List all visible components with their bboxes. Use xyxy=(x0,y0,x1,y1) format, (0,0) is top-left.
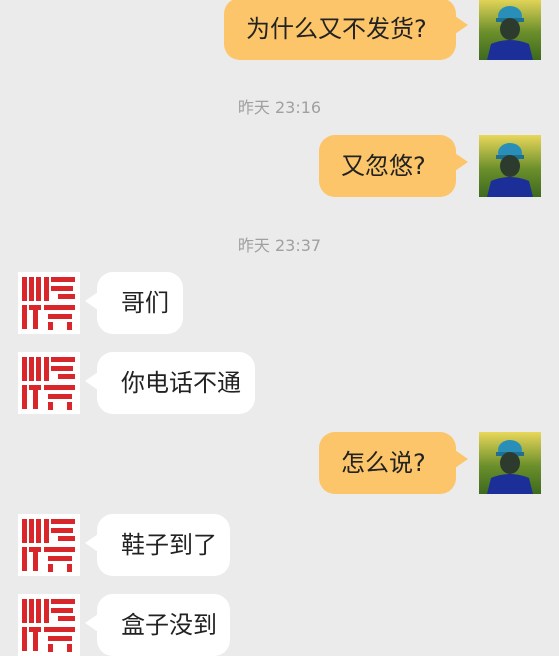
user-avatar-image xyxy=(479,0,541,60)
message-text: 盒子没到 xyxy=(121,611,217,639)
message-text: 又忽悠? xyxy=(341,152,426,180)
message-bubble[interactable]: 为什么又不发货? xyxy=(224,0,468,60)
message-bubble[interactable]: 又忽悠? xyxy=(319,135,468,197)
bubble-tail xyxy=(455,153,468,171)
message-text: 你电话不通 xyxy=(121,369,241,397)
message-bubble[interactable]: 你电话不通 xyxy=(85,352,255,414)
brand-logo-icon[interactable] xyxy=(18,272,80,334)
brand-logo-image xyxy=(18,352,80,414)
user-avatar-icon[interactable] xyxy=(479,135,541,197)
user-avatar-image xyxy=(479,135,541,197)
user-avatar-icon[interactable] xyxy=(479,432,541,494)
timestamp: 昨天 23:37 xyxy=(237,236,322,255)
brand-logo-icon[interactable] xyxy=(18,352,80,414)
bubble-tail xyxy=(85,372,98,390)
bubble-tail xyxy=(85,614,98,632)
timestamp: 昨天 23:16 xyxy=(237,98,322,117)
message-text: 哥们 xyxy=(121,289,169,317)
brand-logo-icon[interactable] xyxy=(18,594,80,656)
bubble-tail xyxy=(455,16,468,34)
brand-logo-image xyxy=(18,272,80,334)
message-text: 鞋子到了 xyxy=(121,531,217,559)
user-avatar-icon[interactable] xyxy=(479,0,541,60)
brand-logo-icon[interactable] xyxy=(18,514,80,576)
message-bubble[interactable]: 怎么说? xyxy=(319,432,468,494)
bubble-tail xyxy=(85,534,98,552)
user-avatar-image xyxy=(479,432,541,494)
bubble-tail xyxy=(455,450,468,468)
bubble-tail xyxy=(85,292,98,310)
message-bubble[interactable]: 盒子没到 xyxy=(85,594,230,656)
message-bubble[interactable]: 哥们 xyxy=(85,272,183,334)
message-text: 怎么说? xyxy=(341,449,426,477)
message-text: 为什么又不发货? xyxy=(246,15,427,43)
message-bubble[interactable]: 鞋子到了 xyxy=(85,514,230,576)
brand-logo-image xyxy=(18,594,80,656)
brand-logo-image xyxy=(18,514,80,576)
